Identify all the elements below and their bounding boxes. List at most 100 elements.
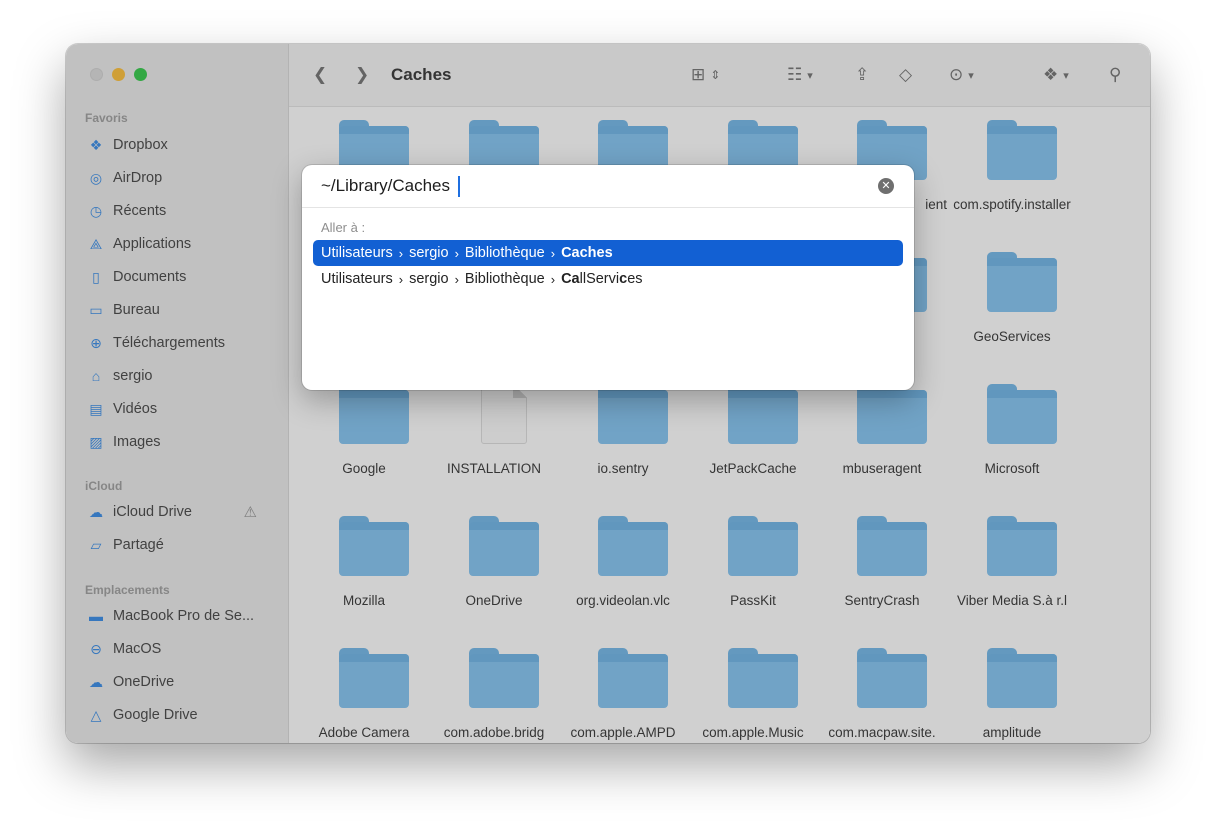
sidebar-item-macos[interactable]: ⊖ MacOS bbox=[85, 636, 275, 662]
folder-icon bbox=[339, 648, 409, 708]
group-icon: ☷ bbox=[787, 65, 803, 84]
file-item[interactable]: PassKit bbox=[688, 506, 818, 626]
view-mode-button[interactable]: ⊞ ⇕ bbox=[691, 64, 720, 86]
suggestion-item-caches[interactable]: Utilisateurs › sergio › Bibliothèque › Cach… bbox=[313, 240, 903, 266]
back-button[interactable]: ❮ bbox=[313, 64, 327, 86]
file-item[interactable]: Microsoft bbox=[947, 374, 1077, 494]
download-icon: ⊕ bbox=[90, 334, 102, 351]
share-icon: ⇪ bbox=[855, 65, 870, 84]
disk-icon: ⊖ bbox=[90, 640, 102, 657]
chevron-right-icon: › bbox=[454, 271, 459, 287]
sidebar-item-recents[interactable]: ◷ Récents bbox=[85, 198, 275, 224]
chevron-right-icon: ❯ bbox=[355, 65, 370, 84]
folder-icon bbox=[987, 648, 1057, 708]
file-item[interactable]: GeoServices bbox=[947, 242, 1077, 362]
share-button[interactable]: ⇪ bbox=[855, 64, 869, 86]
shared-folder-icon: ▱ bbox=[90, 536, 102, 553]
file-item[interactable]: org.videolan.vlc bbox=[558, 506, 688, 626]
file-item[interactable]: com.macpaw.site. bbox=[817, 638, 947, 743]
folder-icon bbox=[728, 384, 798, 444]
file-item[interactable]: OneDrive bbox=[429, 506, 559, 626]
file-item[interactable]: mbuseragent bbox=[817, 374, 947, 494]
folder-icon bbox=[728, 516, 798, 576]
file-item[interactable]: amplitude bbox=[947, 638, 1077, 743]
sidebar-item-downloads[interactable]: ⊕ Téléchargements bbox=[85, 330, 275, 356]
folder-icon bbox=[598, 384, 668, 444]
path-input[interactable] bbox=[302, 165, 914, 207]
file-item[interactable]: SentryCrash bbox=[817, 506, 947, 626]
sidebar-item-google-drive[interactable]: △ Google Drive bbox=[85, 702, 275, 728]
file-item[interactable]: com.apple.AMPD bbox=[558, 638, 688, 743]
file-item[interactable]: Google bbox=[299, 374, 429, 494]
tag-button[interactable]: ◇ bbox=[899, 64, 912, 86]
locations-header: Emplacements bbox=[85, 583, 170, 597]
sidebar-item-videos[interactable]: ▤ Vidéos bbox=[85, 396, 275, 422]
group-button[interactable]: ☷ ▾ bbox=[787, 64, 813, 86]
file-item[interactable]: io.sentry bbox=[558, 374, 688, 494]
sidebar-item-applications[interactable]: ⟁ Applications bbox=[85, 231, 275, 257]
file-item[interactable]: Adobe Camera bbox=[299, 638, 429, 743]
airdrop-icon: ◎ bbox=[89, 169, 103, 186]
clear-icon[interactable]: ✕ bbox=[878, 178, 894, 194]
file-item[interactable]: Viber Media S.à r.l bbox=[947, 506, 1077, 626]
folder-icon bbox=[339, 384, 409, 444]
tag-icon: ◇ bbox=[899, 65, 913, 84]
folder-icon bbox=[987, 120, 1057, 180]
suggestion-item-callservices[interactable]: Utilisateurs › sergio › Bibliothèque › Ca ll… bbox=[313, 266, 903, 292]
document-icon bbox=[481, 384, 527, 444]
search-button[interactable]: ⚲ bbox=[1109, 64, 1121, 86]
folder-icon bbox=[857, 384, 927, 444]
minimize-window-button[interactable] bbox=[112, 68, 125, 81]
folder-icon bbox=[598, 516, 668, 576]
clock-icon: ◷ bbox=[89, 202, 103, 219]
grid-view-icon: ⊞ bbox=[691, 65, 706, 84]
desktop-icon: ▭ bbox=[89, 301, 103, 318]
home-icon: ⌂ bbox=[91, 368, 101, 384]
sidebar-item-shared[interactable]: ▱ Partagé bbox=[85, 532, 275, 558]
dropbox-icon: ❖ bbox=[89, 136, 103, 153]
file-item[interactable]: Mozilla bbox=[299, 506, 429, 626]
sidebar-item-bureau[interactable]: ▭ Bureau bbox=[85, 297, 275, 323]
file-item[interactable]: JetPackCache bbox=[688, 374, 818, 494]
go-to-folder-dialog: ✕ Aller à : Utilisateurs› sergio› Biblio… bbox=[302, 165, 914, 390]
ellipsis-icon: ⊙ bbox=[949, 65, 964, 84]
file-item[interactable]: com.apple.Music bbox=[688, 638, 818, 743]
actions-button[interactable]: ⊙ ▾ bbox=[949, 64, 974, 86]
favorites-header: Favoris bbox=[85, 111, 128, 125]
folder-icon bbox=[728, 648, 798, 708]
file-item[interactable]: INSTALLATION bbox=[429, 374, 559, 494]
sidebar-item-airdrop[interactable]: ◎ AirDrop bbox=[85, 165, 275, 191]
chevron-right-icon: › bbox=[550, 245, 556, 261]
window-title: Caches bbox=[391, 65, 452, 84]
document-icon: ▯ bbox=[92, 268, 100, 285]
dropbox-button[interactable]: ❖ ▾ bbox=[1043, 64, 1069, 86]
cloud-icon: ☁ bbox=[89, 503, 103, 520]
chevron-right-icon: › bbox=[550, 271, 556, 287]
forward-button[interactable]: ❯ bbox=[355, 64, 369, 86]
chevron-down-icon: ▾ bbox=[968, 69, 974, 82]
folder-icon bbox=[598, 648, 668, 708]
sidebar-item-documents[interactable]: ▯ Documents bbox=[85, 264, 275, 290]
search-icon: ⚲ bbox=[1109, 65, 1122, 84]
folder-icon bbox=[857, 648, 927, 708]
chevron-left-icon: ❮ bbox=[313, 65, 328, 84]
google-drive-icon: △ bbox=[90, 706, 102, 723]
zoom-window-button[interactable] bbox=[134, 68, 147, 81]
photo-icon: ▨ bbox=[89, 433, 103, 450]
sidebar-item-images[interactable]: ▨ Images bbox=[85, 429, 275, 455]
sidebar-item-macbook[interactable]: ▬ MacBook Pro de Se... bbox=[85, 603, 275, 629]
close-window-button[interactable] bbox=[90, 68, 103, 81]
sidebar-item-dropbox[interactable]: ❖ Dropbox bbox=[85, 132, 275, 158]
chevron-right-icon: › bbox=[398, 271, 404, 287]
cloud-icon: ☁ bbox=[89, 673, 103, 690]
chevron-updown-icon: ⇕ bbox=[710, 68, 721, 82]
sidebar-item-home[interactable]: ⌂ sergio bbox=[85, 363, 275, 389]
file-item[interactable]: com.adobe.bridg bbox=[429, 638, 559, 743]
file-item[interactable]: com.spotify.installer bbox=[947, 110, 1077, 230]
sidebar-item-onedrive[interactable]: ☁ OneDrive bbox=[85, 669, 275, 695]
warning-icon: ⚠ bbox=[243, 504, 257, 521]
sidebar-item-icloud-drive[interactable]: ☁ iCloud Drive ⚠ bbox=[85, 499, 275, 525]
folder-icon bbox=[987, 516, 1057, 576]
folder-icon bbox=[987, 384, 1057, 444]
sidebar: Favoris ❖ Dropbox ◎ AirDrop ◷ Récents ⟁ Appl… bbox=[66, 44, 289, 743]
